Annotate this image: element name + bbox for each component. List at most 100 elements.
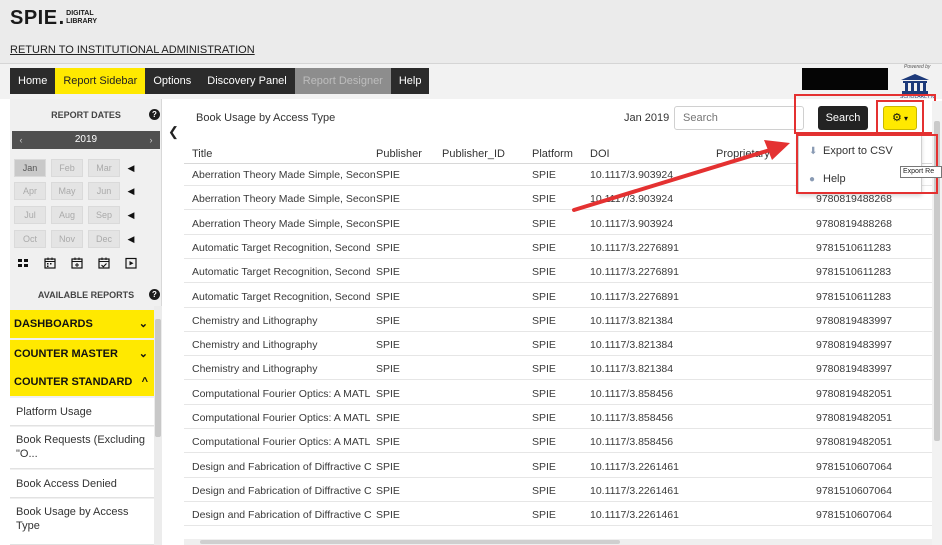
- return-to-admin-link[interactable]: RETURN TO INSTITUTIONAL ADMINISTRATION: [10, 44, 255, 56]
- accordion-counter-standard[interactable]: COUNTER STANDARD ^: [10, 368, 154, 396]
- grid-view-icon[interactable]: [16, 256, 30, 270]
- available-reports-help-icon[interactable]: ?: [149, 289, 160, 300]
- cell-title: Aberration Theory Made Simple, Secon: [192, 169, 376, 181]
- report-sidebar: REPORT DATES ? ‹ 2019 › Jan Feb Mar ◀ Ap…: [10, 99, 162, 545]
- table-row[interactable]: Computational Fourier Optics: A MATL SPIE…: [184, 408, 932, 429]
- report-dates-title: REPORT DATES: [51, 110, 121, 120]
- report-period-label: Jan 2019: [624, 112, 670, 124]
- col-doi[interactable]: DOI: [590, 148, 610, 160]
- calendar-month-icon[interactable]: [43, 256, 57, 270]
- cell-isbn: 9780819483997: [816, 363, 892, 376]
- month-feb[interactable]: Feb: [51, 159, 83, 177]
- month-oct[interactable]: Oct: [14, 230, 46, 248]
- cell-platform: SPIE: [532, 363, 556, 376]
- cell-publisher: SPIE: [376, 484, 400, 497]
- table-row[interactable]: Automatic Target Recognition, Second SPIE…: [184, 262, 932, 284]
- month-may[interactable]: May: [51, 182, 83, 200]
- cell-doi: 10.1117/3.858456: [590, 436, 674, 449]
- prev-year-icon[interactable]: ‹: [12, 131, 30, 149]
- table-row[interactable]: Automatic Target Recognition, Second SPIE…: [184, 238, 932, 259]
- month-dec[interactable]: Dec: [88, 230, 120, 248]
- report-book-access-denied[interactable]: Book Access Denied: [10, 470, 154, 498]
- month-jul[interactable]: Jul: [14, 206, 46, 224]
- cell-title: Design and Fabrication of Diffractive C: [192, 509, 372, 522]
- month-jan[interactable]: Jan: [14, 159, 46, 177]
- cell-publisher: SPIE: [376, 460, 400, 473]
- table-row[interactable]: Design and Fabrication of Diffractive C S…: [184, 481, 932, 502]
- col-publisher-id[interactable]: Publisher_ID: [442, 148, 505, 160]
- month-nov[interactable]: Nov: [51, 230, 83, 248]
- cell-publisher: SPIE: [376, 436, 400, 449]
- redacted-user-box: [802, 68, 888, 90]
- table-row[interactable]: Chemistry and Lithography SPIE SPIE 10.1117…: [184, 335, 932, 357]
- nav-report-sidebar[interactable]: Report Sidebar: [55, 68, 146, 94]
- cell-doi: 10.1117/3.903924: [590, 217, 674, 230]
- cell-isbn: 9781510611283: [816, 290, 892, 303]
- cell-doi: 10.1117/3.2276891: [590, 266, 679, 279]
- sidebar-scrollbar-thumb[interactable]: [155, 319, 161, 437]
- cell-isbn: 9781510607064: [816, 460, 892, 473]
- cell-publisher: SPIE: [376, 266, 400, 279]
- export-tooltip: Export Re: [900, 166, 942, 178]
- table-row[interactable]: Design and Fabrication of Diffractive C S…: [184, 457, 932, 478]
- report-book-requests[interactable]: Book Requests (Excluding "O...: [10, 427, 154, 469]
- nav-discovery-panel[interactable]: Discovery Panel: [199, 68, 294, 94]
- play-square-icon[interactable]: [124, 256, 138, 270]
- cell-platform: SPIE: [532, 217, 556, 230]
- cell-publisher: SPIE: [376, 241, 400, 254]
- nav-menu: Home Report Sidebar Options Discovery Pa…: [10, 68, 430, 94]
- table-row[interactable]: Chemistry and Lithography SPIE SPIE 10.1117…: [184, 311, 932, 332]
- logo-dot: .: [58, 7, 65, 29]
- quarter-4-arrow-icon[interactable]: ◀: [127, 230, 135, 248]
- next-year-icon[interactable]: ›: [142, 131, 160, 149]
- cell-doi: 10.1117/3.2261461: [590, 460, 679, 473]
- chevron-down-icon: ⌄: [138, 348, 148, 360]
- col-proprietary-id[interactable]: Proprietary I: [716, 148, 776, 160]
- horizontal-scrollbar-thumb[interactable]: [200, 540, 620, 544]
- col-title[interactable]: Title: [192, 148, 212, 160]
- cell-title: Chemistry and Lithography: [192, 339, 318, 352]
- cell-isbn: 9780819483997: [816, 314, 892, 327]
- month-aug[interactable]: Aug: [51, 206, 83, 224]
- nav-options[interactable]: Options: [145, 68, 199, 94]
- quarter-2-arrow-icon[interactable]: ◀: [127, 182, 135, 200]
- cell-publisher: SPIE: [376, 412, 400, 424]
- cell-doi: 10.1117/3.858456: [590, 387, 674, 400]
- available-reports-title: AVAILABLE REPORTS: [37, 290, 135, 300]
- month-jun[interactable]: Jun: [88, 182, 120, 200]
- search-input[interactable]: [674, 106, 804, 130]
- cell-isbn: 9780819488268: [816, 217, 892, 230]
- quarter-3-arrow-icon[interactable]: ◀: [127, 206, 135, 224]
- table-row[interactable]: Computational Fourier Optics: A MATL SPIE…: [184, 384, 932, 405]
- report-dates-help-icon[interactable]: ?: [149, 109, 160, 120]
- cell-title: Chemistry and Lithography: [192, 314, 318, 327]
- cell-title: Automatic Target Recognition, Second: [192, 290, 371, 303]
- month-apr[interactable]: Apr: [14, 182, 46, 200]
- nav-help[interactable]: Help: [391, 68, 430, 94]
- accordion-dashboards[interactable]: DASHBOARDS ⌄: [10, 310, 154, 338]
- cell-isbn: 9780819488268: [816, 193, 892, 206]
- cell-publisher: SPIE: [376, 339, 400, 352]
- report-platform-usage[interactable]: Platform Usage: [10, 398, 154, 426]
- spie-logo[interactable]: SPIE . DIGITAL LIBRARY: [10, 8, 97, 28]
- month-mar[interactable]: Mar: [88, 159, 120, 177]
- quarter-1-arrow-icon[interactable]: ◀: [127, 159, 135, 177]
- cell-doi: 10.1117/3.858456: [590, 412, 674, 424]
- nav-report-designer: Report Designer: [294, 68, 391, 94]
- table-row[interactable]: Automatic Target Recognition, Second SPIE…: [184, 287, 932, 308]
- accordion-counter-master[interactable]: COUNTER MASTER ⌄: [10, 340, 154, 368]
- table-row[interactable]: Computational Fourier Optics: A MATL SPIE…: [184, 432, 932, 454]
- table-row[interactable]: Aberration Theory Made Simple, Secon SPIE…: [184, 214, 932, 235]
- collapse-sidebar-icon[interactable]: ❮: [168, 124, 179, 140]
- calendar-check-icon[interactable]: [97, 256, 111, 270]
- cell-publisher: SPIE: [376, 217, 400, 230]
- report-book-usage-by-access-type[interactable]: Book Usage by Access Type: [10, 499, 154, 545]
- col-platform[interactable]: Platform: [532, 148, 573, 160]
- table-row[interactable]: Chemistry and Lithography SPIE SPIE 10.1117…: [184, 359, 932, 381]
- chevron-up-icon: ^: [141, 376, 148, 388]
- nav-home[interactable]: Home: [10, 68, 55, 94]
- table-row[interactable]: Design and Fabrication of Diffractive C S…: [184, 505, 932, 527]
- col-publisher[interactable]: Publisher: [376, 148, 422, 160]
- month-sep[interactable]: Sep: [88, 206, 120, 224]
- calendar-plus-icon[interactable]: [70, 256, 84, 270]
